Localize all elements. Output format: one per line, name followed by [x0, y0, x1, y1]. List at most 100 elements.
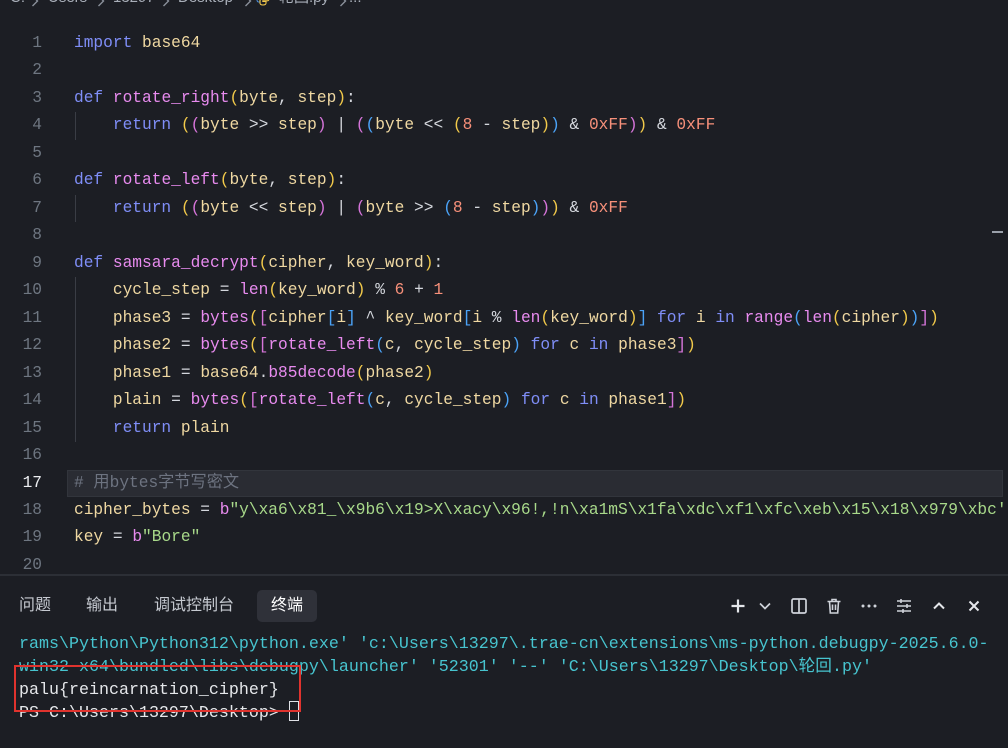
code-line[interactable]: 16 [0, 442, 1008, 469]
tab-terminal[interactable]: 终端 [257, 590, 317, 622]
code-token: ) [929, 308, 939, 327]
code-token: & [559, 116, 589, 135]
line-number: 7 [32, 198, 42, 217]
breadcrumb-item-users[interactable]: Users [48, 0, 87, 9]
code-line[interactable]: 8 [0, 222, 1008, 249]
code-token: base64 [200, 363, 259, 382]
code-token: cycle_step [404, 391, 502, 410]
code-token: ) [316, 198, 327, 217]
code-token: rotate_right [112, 88, 230, 107]
code-line[interactable]: 9 def samsara_decrypt(cipher, key_word): [0, 250, 1008, 277]
code-token: ( [452, 116, 463, 135]
code-line[interactable]: 1 import base64 [0, 30, 1008, 57]
tab-output[interactable]: 输出 [86, 595, 118, 617]
code-line[interactable]: 2 [0, 57, 1008, 84]
code-text[interactable]: return plain [74, 415, 230, 442]
chevron-down-icon[interactable] [755, 596, 775, 616]
code-token: b85decode [268, 363, 356, 382]
code-text[interactable]: phase3 = bytes([cipher[i] ^ key_word[i %… [74, 305, 939, 332]
breadcrumb-item-symbols[interactable]: ... [349, 0, 362, 9]
code-token: key_word [278, 281, 356, 300]
code-token: ( [365, 116, 376, 135]
line-number: 13 [22, 363, 42, 382]
breadcrumb-item-desktop[interactable]: Desktop [178, 0, 233, 9]
code-line[interactable]: 10 cycle_step = len(key_word) % 6 + 1 [0, 277, 1008, 306]
code-token: << [239, 198, 279, 217]
code-text[interactable]: cipher_bytes = b"y\xa6\x81_\x9b6\x19>X\x… [74, 497, 1007, 524]
more-icon[interactable] [859, 596, 879, 616]
code-line[interactable]: 15 return plain [0, 414, 1008, 443]
code-token: ( [375, 336, 385, 355]
code-text[interactable]: def rotate_right(byte, step): [74, 85, 356, 112]
code-line[interactable]: 13 phase1 = base64.b85decode(phase2) [0, 359, 1008, 388]
code-token: ( [180, 198, 191, 217]
trash-icon[interactable] [824, 596, 844, 616]
code-line[interactable]: 11 phase3 = bytes([cipher[i] ^ key_word[… [0, 304, 1008, 333]
code-token: | [326, 198, 356, 217]
code-token: cipher_bytes [74, 500, 191, 519]
code-token: ] [919, 308, 930, 327]
code-line[interactable]: 6 def rotate_left(byte, step): [0, 167, 1008, 194]
split-terminal-icon[interactable] [789, 596, 809, 616]
code-token: phase3 [112, 308, 172, 327]
code-line[interactable]: 7 return ((byte << step) | (byte >> (8 -… [0, 194, 1008, 223]
code-text[interactable]: import base64 [74, 30, 200, 57]
code-text[interactable]: plain = bytes([rotate_left(c, cycle_step… [74, 387, 686, 414]
close-icon[interactable] [964, 596, 984, 616]
breadcrumb-item-drive[interactable]: C: [10, 0, 25, 9]
code-line[interactable]: 3 def rotate_right(byte, step): [0, 85, 1008, 112]
code-token: % [365, 281, 395, 300]
code-token: ( [831, 308, 842, 327]
code-text[interactable]: return ((byte >> step) | ((byte << (8 - … [74, 112, 715, 139]
code-text[interactable]: phase1 = base64.b85decode(phase2) [74, 360, 434, 387]
line-number: 17 [22, 473, 42, 492]
code-token: ] [346, 308, 356, 327]
terminal-command-line: rams\Python\Python312\python.exe' 'c:\Us… [19, 635, 989, 654]
code-editor[interactable]: 1 import base64 2 3 def rotate_right(byte, s… [0, 30, 1008, 574]
plus-icon[interactable] [728, 596, 748, 616]
code-token: b [132, 528, 143, 547]
code-text[interactable]: def samsara_decrypt(cipher, key_word): [74, 250, 443, 277]
code-token: def [74, 88, 104, 107]
breadcrumb-item-user-folder[interactable]: 13297 [113, 0, 155, 9]
code-token: ( [268, 281, 279, 300]
code-token: 6 [394, 281, 405, 300]
breadcrumb-item-file[interactable]: 轮回.py [279, 0, 329, 9]
python-file-icon [256, 0, 270, 6]
code-text[interactable]: return ((byte << step) | (byte >> (8 - s… [74, 195, 628, 222]
chevron-up-icon[interactable] [929, 596, 949, 616]
code-text[interactable]: cycle_step = len(key_word) % 6 + 1 [74, 277, 443, 304]
code-line[interactable]: 4 return ((byte >> step) | ((byte << (8 … [0, 112, 1008, 141]
code-token: step [491, 198, 531, 217]
code-token: ^ [355, 308, 385, 327]
tab-problems[interactable]: 问题 [19, 595, 51, 617]
tab-debug-console[interactable]: 调试控制台 [154, 595, 234, 617]
code-line[interactable]: 14 plain = bytes([rotate_left(c, cycle_s… [0, 387, 1008, 416]
code-token: ) [326, 171, 337, 190]
code-token: c [384, 336, 395, 355]
code-token: def [74, 171, 104, 190]
code-token: ) [909, 308, 920, 327]
code-token: ) [511, 336, 521, 355]
code-token: & [559, 198, 589, 217]
code-line[interactable]: 19 key = b"Bore" [0, 524, 1008, 551]
code-token: ] [666, 391, 677, 410]
code-text[interactable]: phase2 = bytes([rotate_left(c, cycle_ste… [74, 332, 696, 359]
code-token: ( [219, 171, 230, 190]
code-line[interactable]: 20 [0, 552, 1008, 574]
line-number: 1 [32, 34, 42, 52]
code-line[interactable]: 17 # 用bytes字节写密文 [0, 469, 1008, 497]
code-line[interactable]: 18 cipher_bytes = b"y\xa6\x81_\x9b6\x19>X… [0, 497, 1008, 524]
code-token: ) [627, 116, 638, 135]
code-text[interactable]: key = b"Bore" [74, 524, 200, 551]
code-text[interactable]: # 用bytes字节写密文 [74, 470, 239, 497]
code-line[interactable]: 12 phase2 = bytes([rotate_left(c, cycle_… [0, 332, 1008, 361]
code-text[interactable]: def rotate_left(byte, step): [74, 167, 346, 194]
code-token: ) [423, 363, 434, 382]
terminal-layout-icon[interactable] [894, 596, 914, 616]
code-line[interactable]: 5 [0, 140, 1008, 167]
